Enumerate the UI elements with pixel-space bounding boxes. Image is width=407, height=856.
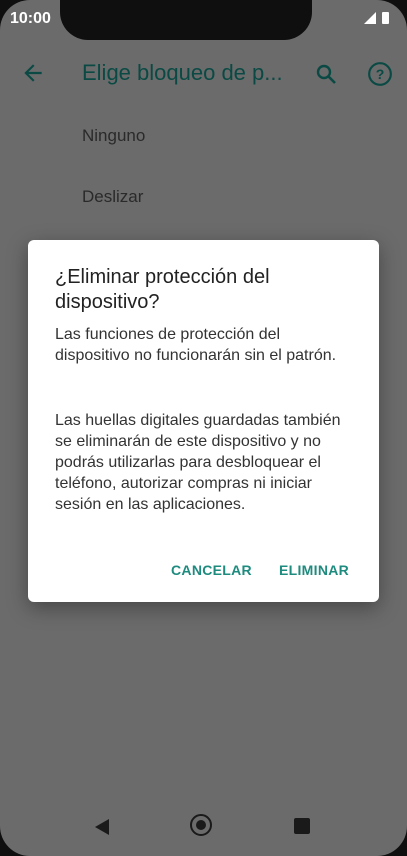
app-bar: Elige bloqueo de p... ? [0,50,407,98]
dialog-message-2: Las huellas digitales guardadas también … [55,412,341,513]
battery-icon [382,12,389,24]
cancel-button[interactable]: CANCELAR [171,562,252,578]
option-none[interactable]: Ninguno [82,126,145,146]
navigation-bar [0,798,407,856]
home-dot [196,820,206,830]
search-icon[interactable] [314,62,338,91]
page-title: Elige bloqueo de p... [82,60,283,85]
svg-text:?: ? [376,66,385,82]
status-time: 10:00 [10,10,51,27]
arrow-back-icon[interactable] [20,60,46,91]
remove-protection-dialog: ¿Eliminar protección del dispositivo? La… [28,240,379,602]
delete-button[interactable]: ELIMINAR [279,562,349,578]
dialog-message-1: Las funciones de protección del disposit… [55,326,337,364]
recents-square-icon[interactable] [294,818,310,834]
status-icons [364,12,389,24]
back-triangle-icon[interactable] [95,819,109,835]
home-circle-icon[interactable] [190,814,212,836]
help-circle-icon[interactable]: ? [367,61,393,92]
option-swipe[interactable]: Deslizar [82,187,143,207]
dialog-title: ¿Eliminar protección del dispositivo? [55,266,270,313]
signal-icon [364,12,376,24]
phone-screen: 10:00 Elige bloqueo de p... ? Ninguno De… [0,0,407,856]
camera-notch [60,0,312,40]
